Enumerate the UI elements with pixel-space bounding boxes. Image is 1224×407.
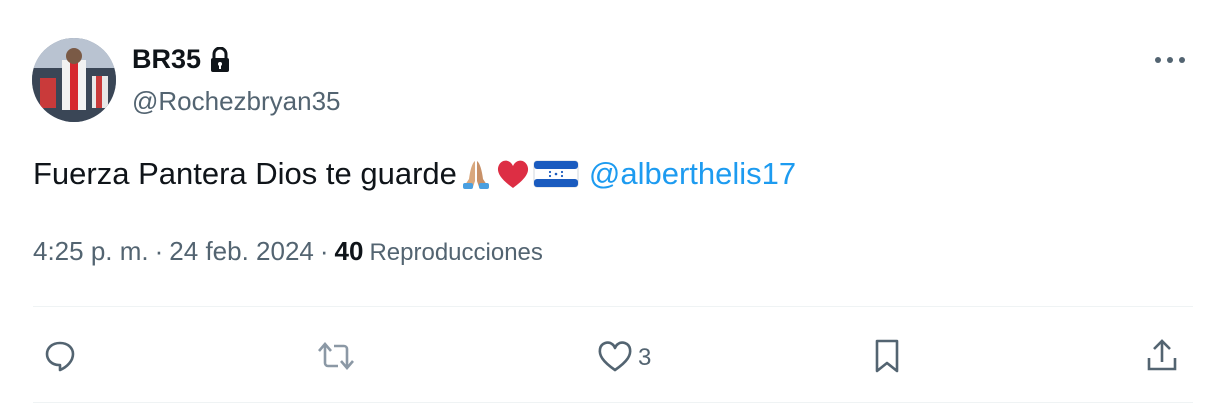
author-handle[interactable]: @Rochezbryan35 [132,86,341,117]
divider [33,306,1193,307]
author-name[interactable]: BR35 [132,44,231,75]
views-count: 40 [334,236,364,266]
avatar[interactable] [32,38,116,122]
like-count: 3 [638,344,652,371]
like-icon [596,339,634,378]
red-heart-icon [495,158,531,190]
tweet-text: Fuerza Pantera Dios te guarde @alberthel… [33,156,796,192]
tweet-date[interactable]: 24 feb. 2024 [169,236,314,267]
tweet-body: Fuerza Pantera Dios te guarde [33,156,457,191]
reply-button[interactable] [43,330,77,386]
flag-honduras-icon [533,159,579,189]
more-icon[interactable] [1152,48,1188,72]
views-label: Reproducciones [369,239,543,266]
retweet-icon [316,339,356,378]
reply-icon [43,339,77,378]
tweet-meta: 4:25 p. m. · 24 feb. 2024 · 40 Reproducc… [33,236,543,267]
display-name-text[interactable]: BR35 [132,44,201,75]
divider [33,402,1193,403]
tweet-time[interactable]: 4:25 p. m. [33,236,149,267]
meta-separator: · [154,236,164,266]
folded-hands-icon [459,157,493,191]
meta-separator: · [319,236,329,266]
action-bar: 3 [33,330,1193,386]
bookmark-icon [871,338,903,379]
share-icon [1145,338,1179,379]
like-button[interactable]: 3 [596,330,651,386]
bookmark-button[interactable] [871,330,903,386]
retweet-button[interactable] [316,330,356,386]
mention-link[interactable]: @alberthelis17 [589,156,796,192]
share-button[interactable] [1145,330,1179,386]
lock-icon [209,46,231,73]
